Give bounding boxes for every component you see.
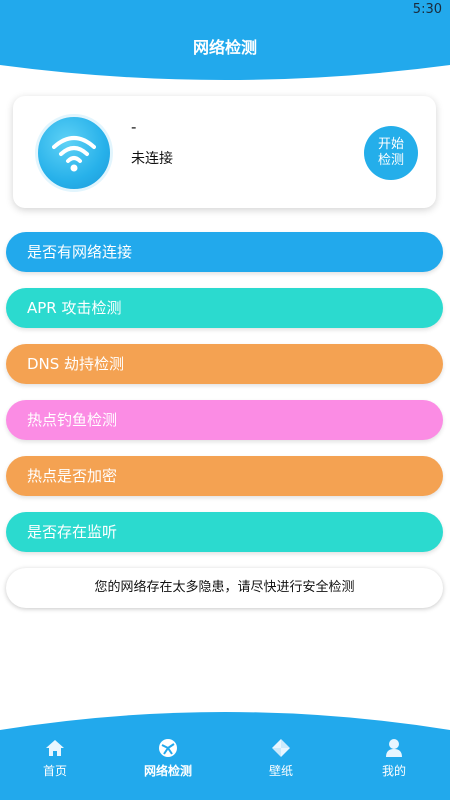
nav-label-wallpaper: 壁纸	[268, 764, 293, 778]
wallpaper-icon	[272, 739, 290, 757]
wifi-icon	[35, 114, 113, 192]
nav-label-home: 首页	[42, 764, 67, 778]
check-item-hotspot-phishing[interactable]: 热点钓鱼检测	[6, 400, 443, 440]
check-item-dns-hijack[interactable]: DNS 劫持检测	[6, 344, 443, 384]
check-item-network-connection[interactable]: 是否有网络连接	[6, 232, 443, 272]
connection-status: 未连接	[131, 151, 173, 167]
nav-label-network-check: 网络检测	[143, 764, 192, 778]
page-title: 网络检测	[192, 38, 257, 57]
security-notice[interactable]: 您的网络存在太多隐患，请尽快进行安全检测	[6, 568, 443, 608]
start-check-button-line-1: 开始	[377, 137, 404, 152]
check-item-apr-attack[interactable]: APR 攻击检测	[6, 288, 443, 328]
nav-item-profile[interactable]: 我的	[354, 738, 434, 779]
profile-icon	[386, 739, 402, 757]
check-item-hotspot-encryption[interactable]: 热点是否加密	[6, 456, 443, 496]
nav-item-wallpaper[interactable]: 壁纸	[241, 738, 321, 779]
check-item-eavesdrop[interactable]: 是否存在监听	[6, 512, 443, 552]
network-status-card: - 未连接 开始 检测	[13, 96, 436, 208]
nav-item-home[interactable]: 首页	[15, 738, 95, 779]
home-icon	[46, 740, 64, 756]
bottom-navigation: 首页 网络检测 壁纸 我的	[0, 708, 450, 800]
start-check-button-line-2: 检测	[377, 153, 404, 168]
start-check-button[interactable]: 开始 检测	[364, 126, 418, 180]
network-check-icon	[159, 739, 177, 757]
header-bar: 5:30 网络检测	[0, 0, 450, 90]
status-bar-time: 5:30	[412, 2, 442, 17]
network-name: -	[131, 118, 137, 136]
nav-item-network-check[interactable]: 网络检测	[128, 738, 208, 779]
nav-label-profile: 我的	[381, 764, 406, 778]
